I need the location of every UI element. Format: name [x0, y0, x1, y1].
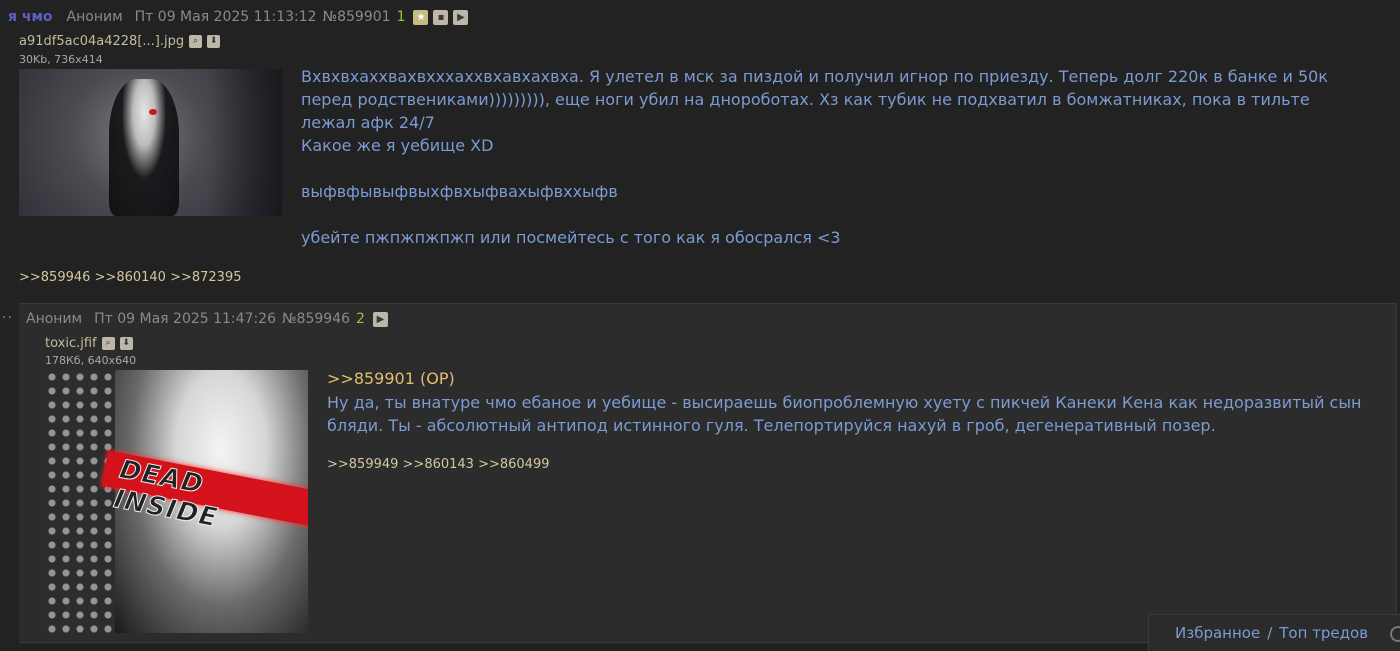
- op-image-smoke: [209, 69, 282, 216]
- reply-file-meta: 178Кб, 640x640: [45, 354, 137, 367]
- op-post-body: Вхвхвхаххвахвхххаххвхавхахвха. Я улетел …: [301, 65, 1331, 249]
- op-reply-links[interactable]: >>859946 >>860140 >>872395: [19, 270, 242, 285]
- op-image-thumbnail[interactable]: [19, 69, 282, 216]
- post-date: Пт 09 Мая 2025 11:47:26: [94, 311, 276, 327]
- post-date: Пт 09 Мая 2025 11:13:12: [134, 9, 317, 25]
- reply-file-info: toxic.jfif ⌕ ⬇: [45, 336, 133, 351]
- poster-name: Аноним: [26, 311, 83, 327]
- post-reply-count: 2: [356, 311, 365, 327]
- op-text-line: [301, 203, 1331, 226]
- play-arrow-icon[interactable]: ▶: [372, 311, 388, 327]
- op-text-line: [301, 157, 1331, 180]
- reply-quote-link[interactable]: >>859901 (OP): [327, 369, 455, 388]
- op-image-figure: [109, 79, 179, 216]
- search-image-icon[interactable]: ⌕: [189, 35, 203, 48]
- poster-name: Аноним: [66, 9, 123, 25]
- reply-image-thumbnail[interactable]: DEAD INSIDE: [45, 370, 308, 633]
- post-number[interactable]: №859901: [323, 9, 391, 25]
- search-image-icon[interactable]: ⌕: [101, 337, 115, 350]
- reply-file-name-link[interactable]: toxic.jfif: [45, 336, 97, 351]
- op-post-header: я чмо Аноним Пт 09 Мая 2025 11:13:12 №85…: [8, 8, 473, 26]
- download-icon[interactable]: ⬇: [207, 35, 221, 48]
- op-text-line: выфвфывыфвыхфвхыфвахыфвххыфв: [301, 182, 618, 201]
- top-threads-link[interactable]: Топ тредов: [1279, 624, 1368, 642]
- op-file-info: a91df5ac04a4228[...].jpg ⌕ ⬇: [19, 34, 221, 49]
- reply-indent-dots: ··: [2, 310, 13, 326]
- download-icon[interactable]: ⬇: [119, 337, 133, 350]
- reply-post-header: Аноним Пт 09 Мая 2025 11:47:26 №859946 2…: [26, 311, 393, 327]
- reply-reply-links[interactable]: >>859949 >>860143 >>860499: [327, 457, 550, 472]
- op-text-line: Какое же я уебище XD: [301, 136, 494, 155]
- bottom-nav-bar: Избранное / Топ тредов: [1148, 614, 1400, 651]
- post-reply-count: 1: [396, 9, 406, 25]
- op-text-line: Вхвхвхаххвахвхххаххвхавхахвха. Я улетел …: [301, 67, 1328, 132]
- op-file-name-link[interactable]: a91df5ac04a4228[...].jpg: [19, 34, 184, 49]
- op-text-line: убейте пжпжпжпжп или посмейтесь с того к…: [301, 228, 841, 247]
- nav-separator: /: [1267, 624, 1273, 642]
- expand-menu-icon[interactable]: ▪: [433, 9, 449, 25]
- post-subject: я чмо: [8, 9, 53, 25]
- loading-spinner-icon: [1390, 626, 1400, 642]
- reply-post-body: Ну да, ты внатуре чмо ебаное и уебище - …: [327, 393, 1362, 435]
- post-number[interactable]: №859946: [282, 311, 350, 327]
- op-image-eye: [149, 109, 157, 115]
- favorites-link[interactable]: Избранное: [1175, 624, 1260, 642]
- favorite-star-icon[interactable]: ★: [413, 9, 429, 25]
- play-arrow-icon[interactable]: ▶: [453, 9, 469, 25]
- op-file-meta: 30Kb, 736x414: [19, 53, 103, 66]
